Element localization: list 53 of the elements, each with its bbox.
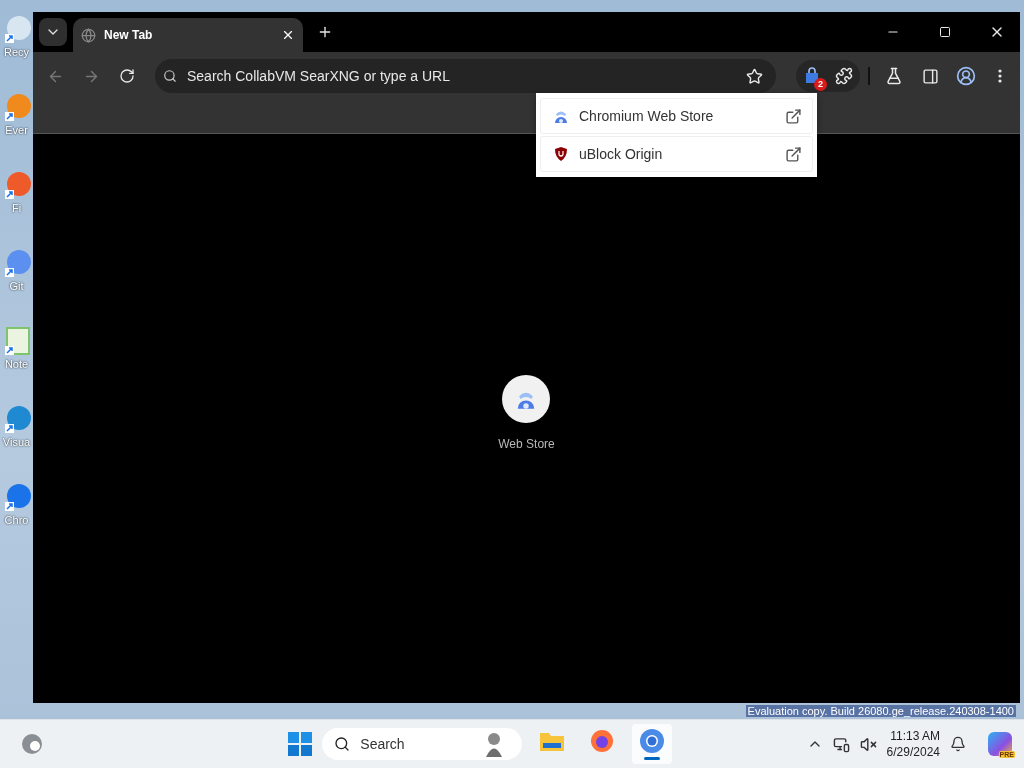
user-icon (956, 66, 976, 86)
desktop-icon-label: Ever (5, 124, 28, 136)
app-icon[interactable] (2, 170, 31, 200)
firefox-icon (590, 729, 615, 753)
app-icon[interactable] (2, 404, 31, 434)
menu-icon (998, 69, 1002, 83)
browser-tab[interactable]: New Tab (73, 18, 303, 52)
puzzle-icon (835, 67, 853, 85)
external-link-icon[interactable] (785, 145, 802, 163)
desktop-icon-label: Recy (3, 46, 30, 58)
clock-time: 11:13 AM (890, 728, 940, 744)
watermark-text: Evaluation copy. Build 26080.ge_release.240308-1400 (745, 705, 1016, 717)
extension-item[interactable]: Chromium Web Store (540, 98, 813, 134)
tab-search-button[interactable] (39, 18, 67, 46)
chromium-icon (639, 728, 666, 754)
address-bar[interactable]: Search CollabVM SearXNG or type a URL (155, 59, 776, 93)
desktop-icon-label: Visua (2, 436, 31, 448)
clock-date: 6/29/2024 (886, 744, 940, 760)
globe-icon (81, 27, 96, 43)
tab-title: New Tab (104, 28, 154, 42)
reload-icon (119, 68, 135, 84)
taskbar-app-button[interactable] (632, 724, 673, 764)
folder-icon (539, 730, 566, 752)
extension-name: Chromium Web Store (579, 108, 715, 124)
desktop-icon-label: Chro (4, 514, 29, 526)
maximize-icon (939, 26, 951, 38)
star-icon (745, 67, 763, 85)
taskbar-search-field[interactable]: Search (322, 728, 523, 760)
taskbar-search-input[interactable]: Search (358, 735, 473, 753)
app-icon[interactable] (2, 482, 31, 512)
shortcut-label: Web Store (498, 437, 555, 451)
search-icon (163, 69, 177, 83)
side-panel-icon (921, 67, 939, 85)
extension-item[interactable]: uBlock Origin (540, 136, 813, 172)
external-link-icon[interactable] (785, 107, 802, 125)
shield-icon (553, 146, 569, 162)
app-icon[interactable] (2, 248, 31, 278)
desktop-icon-label: Note (4, 358, 29, 370)
search-icon (334, 736, 351, 752)
volume-muted-icon[interactable] (859, 735, 877, 753)
desktop-icon-label: Fi (11, 202, 22, 214)
shortcut-tile[interactable] (502, 375, 551, 423)
address-input[interactable]: Search CollabVM SearXNG or type a URL (185, 67, 730, 85)
extension-name: uBlock Origin (579, 146, 664, 162)
close-tab-icon[interactable] (281, 28, 295, 42)
bell-icon[interactable] (950, 736, 966, 752)
start-icon[interactable] (288, 732, 313, 756)
notification-badge: 2 (814, 78, 827, 91)
clock[interactable]: 11:13 AM 6/29/2024 (886, 728, 940, 760)
desktop-icon-label: Git (9, 280, 24, 292)
flask-icon (885, 67, 903, 85)
plus-icon (317, 24, 333, 40)
network-icon[interactable] (832, 735, 850, 753)
